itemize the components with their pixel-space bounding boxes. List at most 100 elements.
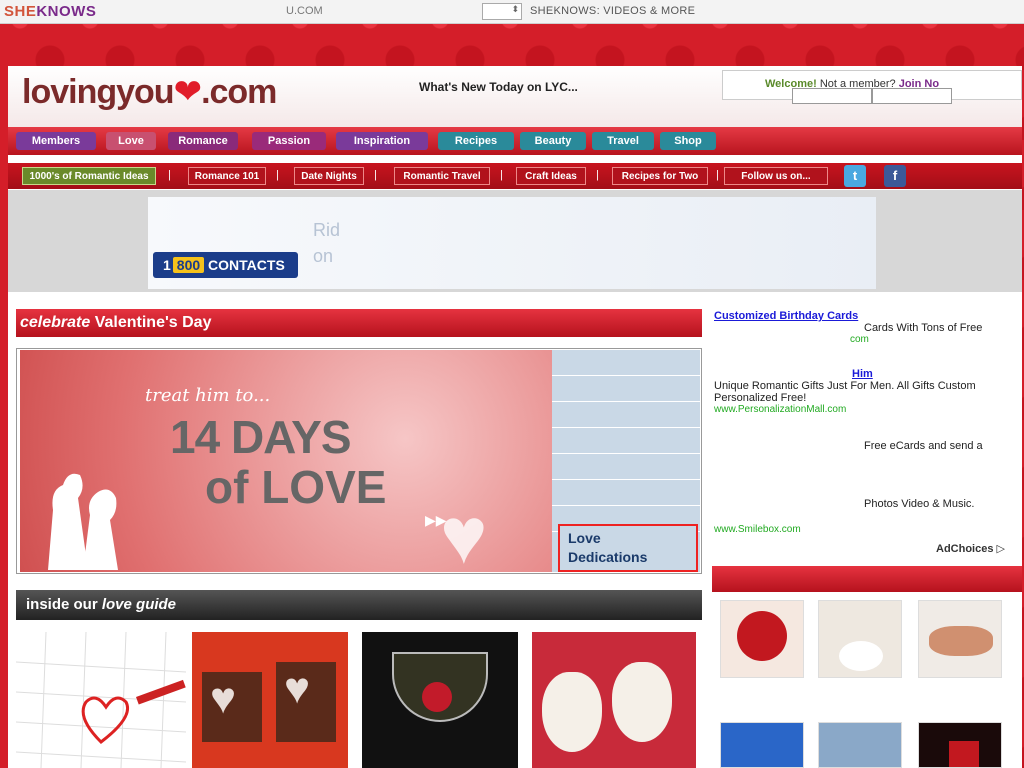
guide-heading-italic: love guide: [101, 596, 177, 613]
login-input[interactable]: [792, 88, 872, 104]
ad-4-url[interactable]: www.Smilebox.com: [714, 524, 801, 535]
feature-subtitle: of LOVE: [205, 461, 387, 513]
tab-label: Inspiration: [353, 135, 411, 147]
password-input[interactable]: [872, 88, 952, 104]
subnav-recipes-for-two[interactable]: Recipes for Two: [612, 167, 708, 185]
sub-nav: 1000's of Romantic Ideas | Romance 101 |…: [8, 163, 1022, 189]
strawberry-shape: [422, 682, 452, 712]
hands-image[interactable]: [918, 600, 1002, 678]
tab-travel[interactable]: Travel: [592, 132, 654, 150]
separator: |: [168, 169, 171, 181]
sheknows-knows: KNOWS: [36, 3, 97, 20]
facebook-icon[interactable]: f: [884, 165, 906, 187]
tab-recipes[interactable]: Recipes: [438, 132, 514, 150]
twitter-icon[interactable]: t: [844, 165, 866, 187]
ad-1-url[interactable]: com: [714, 334, 1019, 345]
play-icon[interactable]: ▶▶: [425, 512, 447, 529]
ad-1: Customized Birthday Cards Cards With Ton…: [714, 310, 1019, 345]
separator: |: [596, 169, 599, 181]
heart-icon: ♥: [440, 491, 488, 572]
separator: |: [716, 169, 719, 181]
hands-shape: [929, 626, 993, 656]
right-heading: [712, 566, 1022, 592]
side-item[interactable]: [552, 428, 700, 454]
subnav-craft-ideas[interactable]: Craft Ideas: [516, 167, 586, 185]
side-item[interactable]: [552, 376, 700, 402]
love-guide-heading: inside our love guide: [16, 590, 702, 620]
separator: |: [374, 169, 377, 181]
side-item[interactable]: [552, 402, 700, 428]
ad-4-text: Photos Video & Music.: [864, 498, 975, 510]
subnav-follow-us[interactable]: Follow us on...: [724, 167, 828, 185]
ad-2-title[interactable]: Him: [714, 368, 1019, 380]
side-item[interactable]: [552, 454, 700, 480]
tab-members[interactable]: Members: [16, 132, 96, 150]
subnav-romantic-travel[interactable]: Romantic Travel: [394, 167, 490, 185]
adchoices-link[interactable]: AdChoices ▷: [936, 542, 1005, 555]
feature-title: 14 DAYS: [170, 411, 352, 463]
calendar-image[interactable]: [15, 631, 187, 768]
side-item[interactable]: [552, 350, 700, 376]
tab-romance[interactable]: Romance: [168, 132, 238, 150]
ad-banner[interactable]: Rid on 1 800 CONTACTS: [148, 197, 876, 289]
candle-shape: [949, 741, 979, 767]
ad-2-text2: Personalized Free!: [714, 392, 807, 404]
tab-inspiration[interactable]: Inspiration: [336, 132, 428, 150]
site-select[interactable]: ⬍: [482, 3, 522, 20]
tab-beauty[interactable]: Beauty: [520, 132, 586, 150]
tab-label: Recipes: [454, 135, 498, 147]
main-nav: Members Love Romance Passion Inspiration…: [8, 127, 1022, 155]
subnav-romantic-ideas[interactable]: 1000's of Romantic Ideas: [22, 167, 156, 185]
candles-image[interactable]: [918, 722, 1002, 768]
ad-3-text: Free eCards and send a: [864, 440, 983, 452]
ad-2-text: Unique Romantic Gifts Just For Men. All …: [714, 380, 976, 392]
ad-2-url[interactable]: www.PersonalizationMall.com: [714, 404, 1019, 415]
calendar-heart-icon: [15, 631, 187, 768]
side-item-love-dedications[interactable]: Love Dedications: [558, 524, 698, 572]
tab-label: Members: [31, 135, 81, 147]
subnav-romance-101[interactable]: Romance 101: [188, 167, 266, 185]
strawberry-shape: [612, 662, 672, 742]
ad-1-text: Cards With Tons of Free: [864, 322, 983, 334]
separator: |: [276, 169, 279, 181]
candle-shape: [839, 641, 883, 671]
strawberries-image[interactable]: [532, 632, 696, 768]
contacts-word: CONTACTS: [208, 257, 285, 273]
tab-shop[interactable]: Shop: [660, 132, 716, 150]
site-text: U.COM: [286, 5, 323, 17]
feature-tagline: treat him to...: [145, 385, 271, 406]
logo-suffix: .com: [201, 73, 277, 111]
logo-text: lovingyou: [22, 73, 175, 111]
strawberry-shape: [542, 672, 602, 752]
rose-image[interactable]: [720, 600, 804, 678]
tab-label: Travel: [607, 135, 639, 147]
tab-label: Shop: [674, 135, 702, 147]
heart-icon: ❤: [173, 73, 202, 111]
heart-icon: ♥: [210, 674, 237, 723]
side-item[interactable]: [552, 480, 700, 506]
tab-label: Love: [118, 135, 144, 147]
ad-1-title[interactable]: Customized Birthday Cards: [714, 310, 1019, 322]
guide-heading-text: inside our: [26, 596, 102, 613]
couple-beach-image[interactable]: [818, 722, 902, 768]
couple-silhouette-icon: [48, 473, 118, 570]
tab-love[interactable]: Love: [106, 132, 156, 150]
text-ads: Customized Birthday Cards Cards With Ton…: [712, 300, 1022, 560]
feature-image[interactable]: treat him to... 14 DAYS of LOVE ♥ ▶▶: [20, 350, 570, 572]
select-arrow-icon: ⬍: [511, 4, 519, 14]
champagne-image[interactable]: [362, 632, 518, 768]
sky-heart-image[interactable]: [720, 722, 804, 768]
tab-passion[interactable]: Passion: [252, 132, 326, 150]
sheknows-bar: SHEKNOWS U.COM ⬍ SHEKNOWS: VIDEOS & MORE: [0, 0, 1024, 24]
subnav-date-nights[interactable]: Date Nights: [294, 167, 364, 185]
sheknows-she: SHE: [4, 3, 37, 20]
heart-icon: ♥: [284, 664, 311, 713]
candle-image[interactable]: [818, 600, 902, 678]
separator: |: [500, 169, 503, 181]
sheknows-logo[interactable]: SHEKNOWS: [4, 3, 96, 20]
heart-stamps-image[interactable]: ♥ ♥: [192, 632, 348, 768]
sheknows-section-title[interactable]: SHEKNOWS: VIDEOS & MORE: [530, 5, 695, 17]
contacts-logo: 1 800 CONTACTS: [153, 252, 298, 278]
ad-ghost-text: Rid on: [313, 220, 341, 266]
site-logo[interactable]: lovingyou❤.com: [22, 72, 277, 112]
